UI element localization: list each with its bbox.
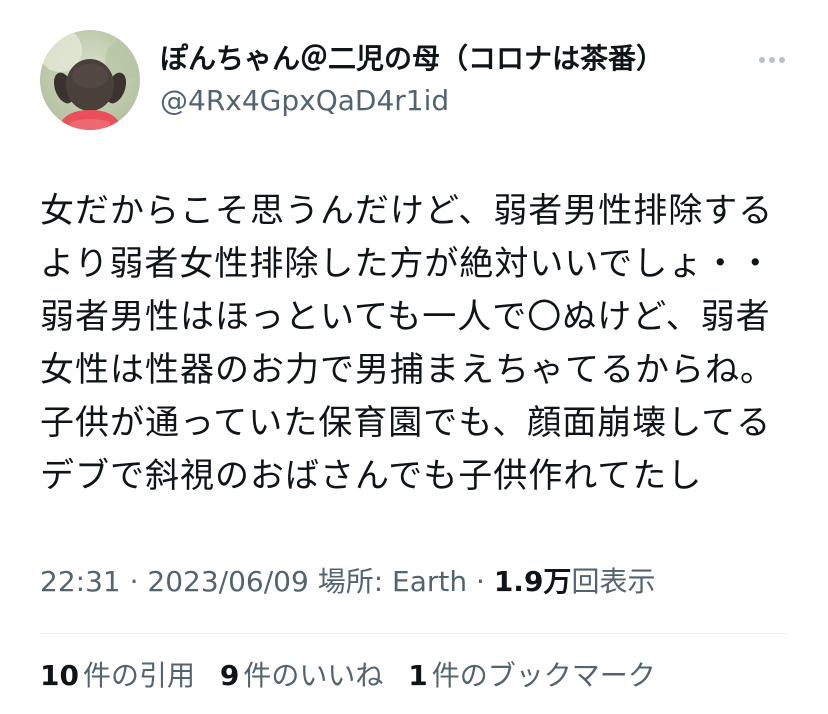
- tweet-text-line: 女だからこそ思うんだけど、弱者男性排除する: [40, 191, 774, 231]
- author-handle[interactable]: @4Rx4GpxQaD4r1id: [160, 82, 664, 120]
- views-count: 1.9万: [493, 565, 572, 598]
- bookmarks-count: 1: [408, 659, 428, 692]
- dot: [779, 57, 785, 63]
- tweet-text-line: 女性は性器のお力で男捕まえちゃてるからね。: [40, 350, 775, 390]
- divider: [40, 633, 788, 634]
- quotes-count: 10: [40, 659, 79, 692]
- tweet-text-line: 子供が通っていた保育園でも、顔面崩壊してる: [40, 403, 772, 443]
- meta-separator: ·: [467, 565, 494, 598]
- quotes-link[interactable]: 10 件の引用: [40, 659, 195, 692]
- bookmarks-label: 件のブックマーク: [431, 659, 656, 692]
- views-label: 回表示: [571, 565, 656, 598]
- more-dots-icon[interactable]: [752, 46, 792, 74]
- tweet-text-line: デブで斜視のおばさんでも子供作れてたし: [40, 456, 703, 496]
- likes-link[interactable]: 9 件のいいね: [220, 659, 384, 692]
- quotes-label: 件の引用: [82, 659, 195, 692]
- author-display-name[interactable]: ぽんちゃん＠二児の母（コロナは茶番）: [160, 40, 664, 78]
- tweet-text: 女だからこそ思うんだけど、弱者男性排除する より弱者女性排除した方が絶対いいでし…: [40, 185, 800, 503]
- likes-count: 9: [219, 659, 240, 692]
- tweet-meta: 22:31 · 2023/06/09 場所: Earth · 1.9万回表示: [40, 562, 655, 602]
- dot: [769, 57, 775, 63]
- avatar[interactable]: [40, 30, 140, 130]
- tweet: ぽんちゃん＠二児の母（コロナは茶番） @4Rx4GpxQaD4r1id 女だから…: [0, 0, 828, 714]
- tweet-text-line: より弱者女性排除した方が絶対いいでしょ・・: [40, 244, 774, 284]
- tweet-time[interactable]: 22:31: [40, 565, 121, 598]
- meta-separator: ·: [120, 565, 148, 598]
- likes-label: 件のいいね: [243, 659, 384, 692]
- tweet-date[interactable]: 2023/06/09: [147, 565, 308, 598]
- tweet-text-line: 弱者男性はほっといても一人で〇ぬけど、弱者: [40, 297, 771, 337]
- child-photo-avatar-icon: [40, 30, 140, 130]
- tweet-location: 場所: Earth: [308, 565, 468, 598]
- tweet-stats: 10 件の引用 9 件のいいね 1 件のブックマーク: [40, 656, 672, 696]
- bookmarks-link[interactable]: 1 件のブックマーク: [408, 659, 656, 692]
- dot: [759, 57, 765, 63]
- author-block: ぽんちゃん＠二児の母（コロナは茶番） @4Rx4GpxQaD4r1id: [160, 40, 664, 120]
